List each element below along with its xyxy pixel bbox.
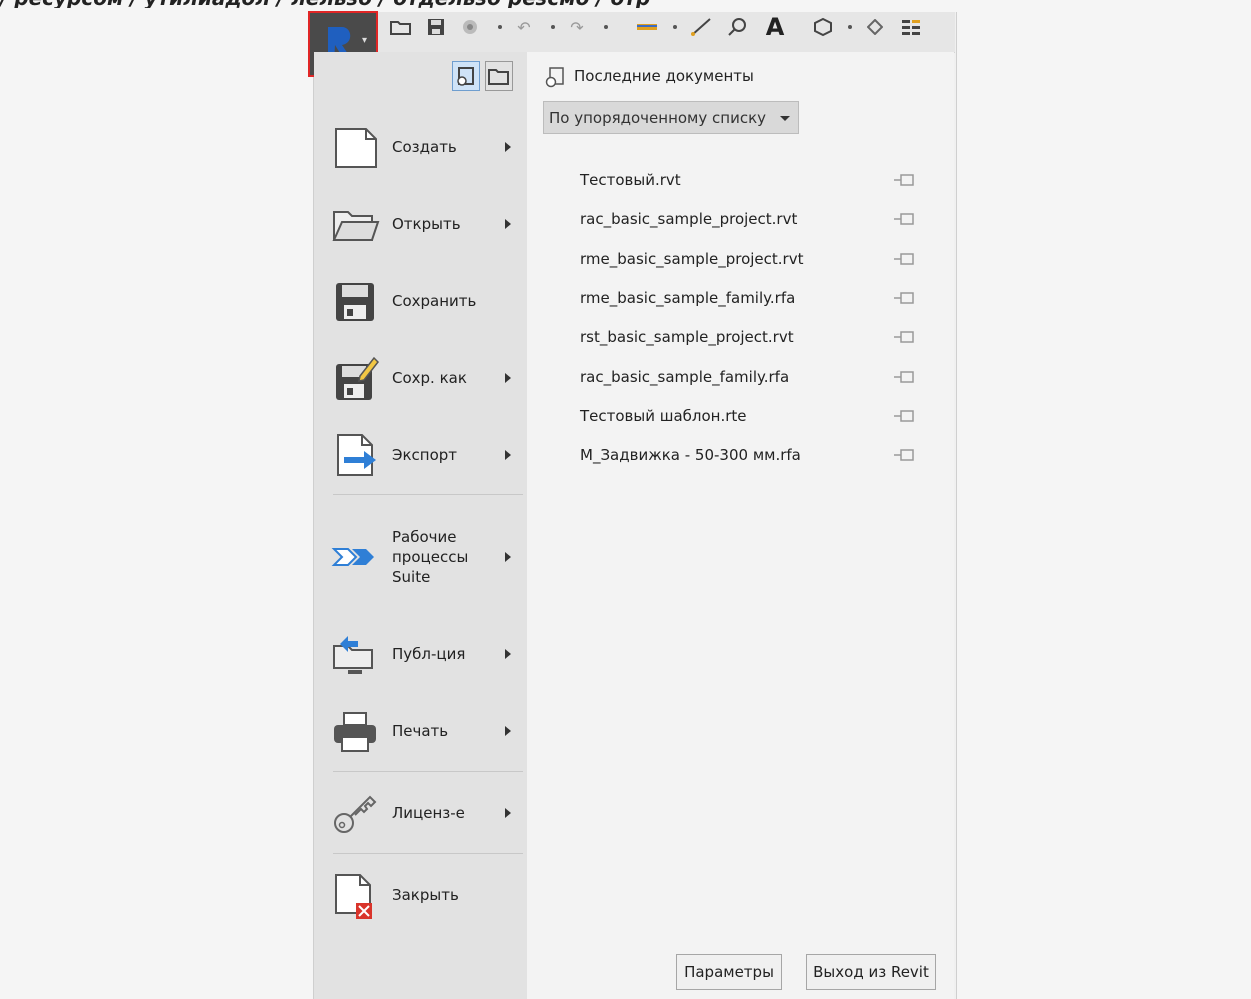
save-icon[interactable]: [425, 16, 447, 38]
menu-item-label: Рабочие процессы Suite: [392, 528, 469, 586]
submenu-arrow-icon: [505, 219, 511, 229]
dropdown-dot-icon[interactable]: [498, 25, 502, 29]
recent-documents-icon: [544, 66, 566, 88]
menu-item-open[interactable]: Открыть: [330, 194, 525, 254]
publish-icon: [330, 630, 380, 678]
menu-item-label: Сохранить: [392, 292, 477, 310]
menu-item-label: Печать: [392, 722, 449, 740]
menu-item-close[interactable]: Закрыть: [330, 865, 525, 925]
recent-document-item[interactable]: rme_basic_sample_project.rvt: [580, 247, 940, 271]
menu-item-label: Лиценз-е: [392, 804, 465, 822]
recent-documents-toggle[interactable]: [452, 61, 480, 91]
aligned-dimension-icon[interactable]: [688, 16, 714, 38]
cutoff-caption-text: / ресурсом / утилиадол / лельзо / отдель…: [0, 0, 820, 8]
pin-icon[interactable]: [893, 173, 915, 187]
menu-separator: [333, 494, 523, 495]
menu-item-save-as[interactable]: Сохр. как: [330, 348, 525, 408]
save-icon: [330, 277, 380, 325]
submenu-arrow-icon: [505, 649, 511, 659]
menu-item-print[interactable]: Печать: [330, 701, 525, 761]
pin-icon[interactable]: [893, 291, 915, 305]
chevron-down-icon: [780, 116, 790, 121]
recent-document-item[interactable]: Тестовый шаблон.rte: [580, 404, 940, 428]
recent-documents-title: Последние документы: [574, 67, 754, 85]
recent-document-item[interactable]: rme_basic_sample_family.rfa: [580, 286, 940, 310]
thin-lines-icon[interactable]: [898, 16, 924, 38]
open-folder-icon[interactable]: [389, 16, 413, 38]
menu-item-license[interactable]: Лиценз-е: [330, 783, 525, 843]
pin-icon[interactable]: [893, 252, 915, 266]
menu-item-export[interactable]: Экспорт: [330, 425, 525, 485]
open-documents-toggle[interactable]: [485, 61, 513, 91]
recent-documents-pane: [527, 52, 954, 999]
recent-document-item[interactable]: rst_basic_sample_project.rvt: [580, 325, 940, 349]
recent-document-item[interactable]: rac_basic_sample_project.rvt: [580, 207, 940, 231]
undo-icon[interactable]: ↶: [512, 16, 536, 38]
3d-view-icon[interactable]: [810, 16, 836, 38]
menu-item-label: Открыть: [392, 215, 461, 233]
submenu-arrow-icon: [505, 552, 511, 562]
measure-icon[interactable]: [634, 16, 660, 38]
menu-item-suite-workflows[interactable]: Рабочие процессы Suite: [330, 526, 525, 588]
save-as-icon: [330, 354, 380, 402]
sort-order-dropdown[interactable]: По упорядоченному списку: [543, 101, 799, 134]
pin-icon[interactable]: [893, 448, 915, 462]
menu-item-publish[interactable]: Публ-ция: [330, 624, 525, 684]
redo-icon[interactable]: ↷: [565, 16, 589, 38]
menu-item-label: Закрыть: [392, 886, 459, 904]
menu-separator: [333, 853, 523, 854]
new-document-icon: [330, 123, 380, 171]
tag-icon[interactable]: [724, 16, 750, 38]
dropdown-dot-icon[interactable]: [604, 25, 608, 29]
chevron-down-icon: ▾: [362, 35, 368, 46]
export-icon: [330, 431, 380, 479]
open-folder-icon: [330, 200, 380, 248]
close-document-icon: [330, 871, 380, 919]
menu-item-label: Публ-ция: [392, 645, 466, 663]
pin-icon[interactable]: [893, 409, 915, 423]
recent-document-item[interactable]: rac_basic_sample_family.rfa: [580, 365, 940, 389]
suite-workflows-icon: [330, 533, 380, 581]
pin-icon[interactable]: [893, 370, 915, 384]
dropdown-dot-icon[interactable]: [551, 25, 555, 29]
sync-icon[interactable]: [459, 16, 481, 38]
print-icon: [330, 707, 380, 755]
pin-icon[interactable]: [893, 330, 915, 344]
menu-item-label: Создать: [392, 138, 457, 156]
dropdown-dot-icon[interactable]: [673, 25, 677, 29]
submenu-arrow-icon: [505, 373, 511, 383]
submenu-arrow-icon: [505, 808, 511, 818]
menu-item-label: Экспорт: [392, 446, 458, 464]
text-icon[interactable]: A: [762, 13, 788, 41]
submenu-arrow-icon: [505, 726, 511, 736]
recent-document-item[interactable]: M_Задвижка - 50-300 мм.rfa: [580, 443, 940, 467]
options-button[interactable]: Параметры: [676, 954, 782, 990]
menu-item-create[interactable]: Создать: [330, 117, 525, 177]
submenu-arrow-icon: [505, 142, 511, 152]
section-icon[interactable]: [864, 16, 886, 38]
sort-order-value: По упорядоченному списку: [549, 108, 767, 127]
exit-revit-button[interactable]: Выход из Revit: [806, 954, 936, 990]
dropdown-dot-icon[interactable]: [848, 25, 852, 29]
menu-separator: [333, 771, 523, 772]
recent-document-item[interactable]: Тестовый.rvt: [580, 168, 940, 192]
submenu-arrow-icon: [505, 450, 511, 460]
menu-item-save[interactable]: Сохранить: [330, 271, 525, 331]
pin-icon[interactable]: [893, 212, 915, 226]
menu-item-label: Сохр. как: [392, 369, 467, 387]
license-key-icon: [330, 789, 380, 837]
